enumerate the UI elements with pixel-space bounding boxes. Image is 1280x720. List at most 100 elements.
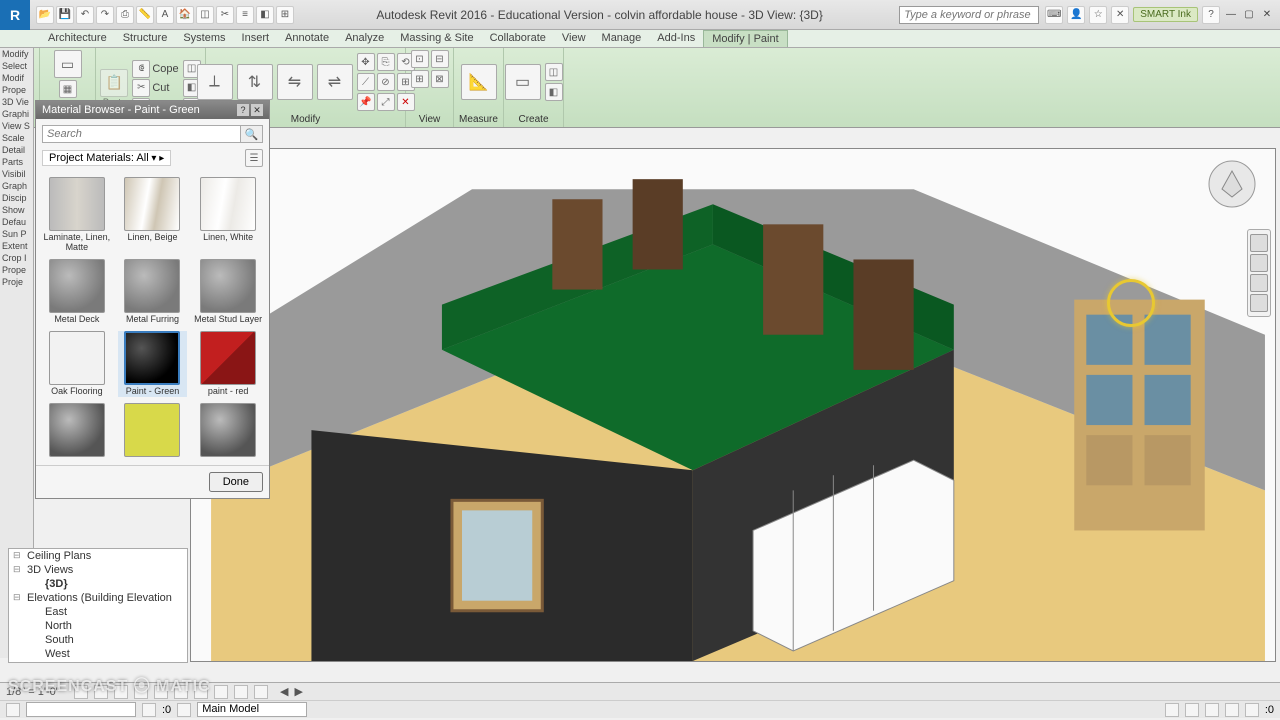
left-strip-item[interactable]: Show xyxy=(0,204,33,216)
left-strip-item[interactable]: Prope xyxy=(0,264,33,276)
material-search-input[interactable] xyxy=(42,125,241,143)
project-browser-panel[interactable]: Ceiling Plans3D Views{3D}Elevations (Bui… xyxy=(8,548,188,663)
text-icon[interactable]: A xyxy=(156,6,174,24)
switch-icon[interactable]: ⊞ xyxy=(276,6,294,24)
material-browser-titlebar[interactable]: Material Browser - Paint - Green ? ✕ xyxy=(36,101,269,119)
copy-icon[interactable]: ⎘ xyxy=(377,53,395,71)
tree-item[interactable]: Sections (Wall Section) xyxy=(9,661,187,663)
tree-item[interactable]: East xyxy=(9,605,187,619)
sign-in-icon[interactable]: 👤 xyxy=(1067,6,1085,24)
tree-item[interactable]: Ceiling Plans xyxy=(9,549,187,563)
home-icon[interactable]: 🏠 xyxy=(176,6,194,24)
mirror-axis-icon[interactable]: ⇋ xyxy=(277,64,313,100)
tab-insert[interactable]: Insert xyxy=(234,30,278,47)
redo-icon[interactable]: ↷ xyxy=(96,6,114,24)
keytips-icon[interactable]: ⌨ xyxy=(1045,6,1063,24)
view-grid3-icon[interactable]: ⊞ xyxy=(411,70,429,88)
left-strip-item[interactable]: Defau xyxy=(0,216,33,228)
select-links-icon[interactable] xyxy=(1165,703,1179,717)
left-strip-item[interactable]: Detail xyxy=(0,144,33,156)
tree-item[interactable]: {3D} xyxy=(9,577,187,591)
workset-combo[interactable] xyxy=(26,702,136,717)
workset-icon[interactable] xyxy=(6,703,20,717)
design-options-icon[interactable] xyxy=(177,703,191,717)
left-strip-item[interactable]: Proje xyxy=(0,276,33,288)
create3-icon[interactable]: ◧ xyxy=(545,83,563,101)
editable-only-icon[interactable] xyxy=(142,703,156,717)
tree-item[interactable]: West xyxy=(9,647,187,661)
section-icon[interactable]: ✂ xyxy=(216,6,234,24)
mat-help-icon[interactable]: ? xyxy=(237,104,249,116)
material-item[interactable] xyxy=(193,403,263,459)
exchange-icon[interactable]: ✕ xyxy=(1111,6,1129,24)
maximize-icon[interactable]: ▢ xyxy=(1242,8,1256,22)
zoom-icon[interactable] xyxy=(1250,274,1268,292)
thin-lines-icon[interactable]: ≡ xyxy=(236,6,254,24)
help-icon[interactable]: ? xyxy=(1202,6,1220,24)
move-icon[interactable]: ✥ xyxy=(357,53,375,71)
mat-close-icon[interactable]: ✕ xyxy=(251,104,263,116)
list-view-icon[interactable]: ☰ xyxy=(245,149,263,167)
drag-icon[interactable] xyxy=(1245,703,1259,717)
tab-systems[interactable]: Systems xyxy=(175,30,233,47)
left-strip-item[interactable]: Modify xyxy=(0,48,33,60)
material-item[interactable]: paint - red xyxy=(193,331,263,397)
tab-analyze[interactable]: Analyze xyxy=(337,30,392,47)
tree-item[interactable]: Elevations (Building Elevation xyxy=(9,591,187,605)
mirror-draw-icon[interactable]: ⇌ xyxy=(317,64,353,100)
reveal-icon[interactable] xyxy=(254,685,268,699)
split-icon[interactable]: ⊘ xyxy=(377,73,395,91)
material-item[interactable] xyxy=(118,403,188,459)
align-icon[interactable]: ⟂ xyxy=(197,64,233,100)
tab-structure[interactable]: Structure xyxy=(115,30,176,47)
material-item[interactable]: Metal Stud Layer xyxy=(193,259,263,325)
tab-architecture[interactable]: Architecture xyxy=(40,30,115,47)
properties-icon[interactable]: ▭ xyxy=(54,50,82,78)
measure-icon[interactable]: 📏 xyxy=(136,6,154,24)
material-filter-dropdown[interactable]: Project Materials: All ▾ ▸ xyxy=(42,150,171,166)
left-strip-item[interactable]: Prope xyxy=(0,84,33,96)
left-strip-item[interactable]: Visibil xyxy=(0,168,33,180)
pin-icon[interactable]: 📌 xyxy=(357,93,375,111)
type-props-icon[interactable]: ▦ xyxy=(59,80,77,98)
left-strip-item[interactable]: Graph xyxy=(0,180,33,192)
print-icon[interactable]: ⎙ xyxy=(116,6,134,24)
open-icon[interactable]: 📂 xyxy=(36,6,54,24)
material-item[interactable]: Metal Deck xyxy=(42,259,112,325)
material-item[interactable]: Linen, White xyxy=(193,177,263,253)
material-item[interactable]: Paint - Green xyxy=(118,331,188,397)
orbit-icon[interactable] xyxy=(1250,294,1268,312)
left-strip-item[interactable]: Crop I xyxy=(0,252,33,264)
smart-ink-badge[interactable]: SMART Ink xyxy=(1133,7,1198,22)
left-strip-item[interactable]: 3D Vie xyxy=(0,96,33,108)
three-d-icon[interactable]: ◫ xyxy=(196,6,214,24)
create1-icon[interactable]: ▭ xyxy=(505,64,541,100)
lock-3d-icon[interactable] xyxy=(214,685,228,699)
save-icon[interactable]: 💾 xyxy=(56,6,74,24)
temp-hide-icon[interactable] xyxy=(234,685,248,699)
material-item[interactable]: Laminate, Linen, Matte xyxy=(42,177,112,253)
left-strip-item[interactable]: Graphi xyxy=(0,108,33,120)
select-face-icon[interactable] xyxy=(1225,703,1239,717)
left-strip-item[interactable]: Sun P xyxy=(0,228,33,240)
viewport-canvas[interactable] xyxy=(191,149,1275,661)
tab-modify-paint[interactable]: Modify | Paint xyxy=(703,30,787,47)
3d-viewport[interactable] xyxy=(190,148,1276,662)
left-strip-item[interactable]: View S xyxy=(0,120,33,132)
create2-icon[interactable]: ◫ xyxy=(545,63,563,81)
done-button[interactable]: Done xyxy=(209,472,263,492)
tree-item[interactable]: 3D Views xyxy=(9,563,187,577)
tree-item[interactable]: South xyxy=(9,633,187,647)
left-strip-item[interactable]: Modif xyxy=(0,72,33,84)
app-menu-icon[interactable]: R xyxy=(0,0,30,30)
left-strip-item[interactable]: Discip xyxy=(0,192,33,204)
tab-collaborate[interactable]: Collaborate xyxy=(482,30,554,47)
close-icon[interactable]: ✕ xyxy=(1260,8,1274,22)
material-item[interactable] xyxy=(42,403,112,459)
offset-icon[interactable]: ⇅ xyxy=(237,64,273,100)
help-search-input[interactable] xyxy=(899,6,1039,24)
material-item[interactable]: Metal Furring xyxy=(118,259,188,325)
measure-tool-icon[interactable]: 📐 xyxy=(461,64,497,100)
view-grid1-icon[interactable]: ⊡ xyxy=(411,50,429,68)
left-strip-item[interactable]: Extent xyxy=(0,240,33,252)
